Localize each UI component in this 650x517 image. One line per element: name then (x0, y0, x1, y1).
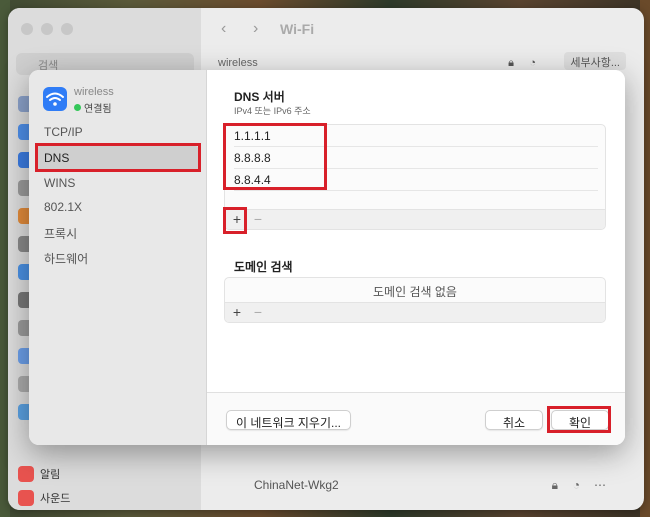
speaker-icon (18, 490, 34, 506)
sidebar-item-sound[interactable]: 사운드 (18, 490, 70, 506)
sidebar-item-notifications[interactable]: 알림 (18, 466, 60, 482)
remove-domain-button[interactable]: − (251, 304, 265, 320)
tab-8021x[interactable]: 802.1X (35, 195, 199, 219)
cancel-button[interactable]: 취소 (485, 410, 543, 430)
forward-arrow-icon[interactable]: › (253, 20, 258, 38)
network-row[interactable]: ChinaNet-Wkg2 🔒︎ ◔ ⋯ (218, 470, 632, 500)
settings-toolbar: ‹ › (201, 8, 644, 52)
current-network-name: wireless (218, 57, 258, 69)
search-domains-title: 도메인 검색 (234, 260, 293, 274)
dns-settings-sheet: wireless 연결됨 TCP/IP DNS WINS 802.1X 프록시 … (29, 70, 625, 445)
domain-list-footer: + − (225, 302, 605, 322)
page-title: Wi-Fi (280, 21, 315, 37)
sidebar-item-label: 사운드 (40, 493, 71, 505)
status-dot-icon (74, 104, 81, 111)
tab-hardware[interactable]: 하드웨어 (35, 245, 199, 269)
sheet-sidebar: wireless 연결됨 TCP/IP DNS WINS 802.1X 프록시 … (29, 70, 207, 445)
wifi-icon: ◔ (572, 478, 580, 492)
add-domain-button[interactable]: + (230, 304, 244, 320)
highlight-add-button (223, 207, 247, 234)
network-name: ChinaNet-Wkg2 (254, 478, 339, 492)
tab-tcpip[interactable]: TCP/IP (35, 120, 199, 144)
minimize-window-button[interactable] (41, 23, 53, 35)
connection-status: 연결됨 (74, 100, 112, 115)
sidebar-item-label: 알림 (40, 469, 61, 481)
tab-wins[interactable]: WINS (35, 171, 199, 195)
remove-dns-button[interactable]: − (251, 211, 265, 227)
dns-servers-subtitle: IPv4 또는 IPv6 주소 (234, 106, 311, 116)
wifi-icon (43, 87, 67, 111)
lock-icon: 🔒︎ (551, 477, 558, 492)
dns-servers-title: DNS 서버 (234, 90, 285, 104)
highlight-dns-tab (35, 143, 201, 172)
tab-proxy[interactable]: 프록시 (35, 220, 199, 244)
search-domain-list: 도메인 검색 없음 + − (224, 277, 606, 323)
lock-icon: 🔒︎ (508, 56, 514, 69)
highlight-ok-button (547, 406, 611, 433)
empty-state-label: 도메인 검색 없음 (373, 285, 457, 299)
close-window-button[interactable] (21, 23, 33, 35)
zoom-window-button[interactable] (61, 23, 73, 35)
more-icon[interactable]: ⋯ (594, 478, 606, 492)
network-name: wireless (74, 86, 114, 98)
highlight-dns-servers (223, 123, 327, 190)
details-button[interactable]: 세부사항... (564, 52, 626, 70)
status-label: 연결됨 (84, 104, 112, 115)
bell-icon (18, 466, 34, 482)
dns-list-footer: + − (225, 209, 605, 229)
forget-network-button[interactable]: 이 네트워크 지우기... (226, 410, 351, 430)
back-arrow-icon[interactable]: ‹ (221, 20, 226, 38)
wifi-icon: ◔ (529, 57, 536, 69)
